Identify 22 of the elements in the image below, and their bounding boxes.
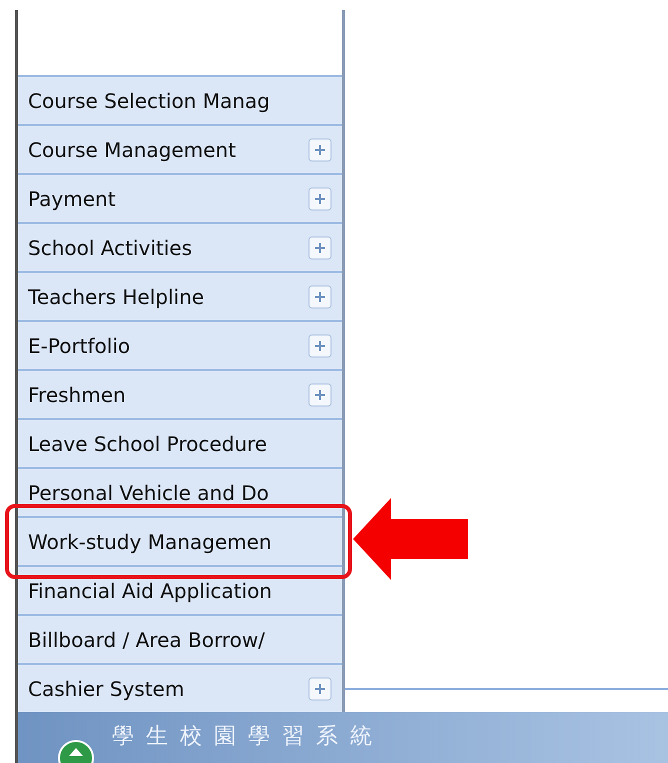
menu-item[interactable]: Course Management [18, 124, 342, 173]
menu-item[interactable]: Teachers Helpline [18, 271, 342, 320]
menu-item[interactable]: Payment [18, 173, 342, 222]
expand-icon[interactable] [308, 334, 332, 358]
expand-icon[interactable] [308, 138, 332, 162]
expand-icon[interactable] [308, 382, 332, 406]
menu-item[interactable]: Personal Vehicle and Do [18, 467, 342, 516]
menu-item[interactable]: School Activities [18, 222, 342, 271]
menu-item[interactable]: Work-study Managemen [18, 516, 342, 565]
menu-item[interactable]: Billboard / Area Borrow/ [18, 614, 342, 663]
menu-item[interactable]: Course Selection Manag [18, 75, 342, 124]
expand-icon[interactable] [308, 284, 332, 308]
menu-item[interactable]: Cashier System [18, 663, 342, 712]
menu-item[interactable]: E-Portfolio [18, 320, 342, 369]
expand-icon[interactable] [308, 186, 332, 210]
menu-item[interactable]: Leave School Procedure [18, 418, 342, 467]
menu-item[interactable]: Financial Aid Application [18, 565, 342, 614]
arrow-icon [351, 496, 470, 582]
system-title: 學生校園學習系統 [112, 723, 384, 751]
expand-icon[interactable] [308, 236, 332, 260]
expand-icon[interactable] [308, 676, 332, 700]
menu-item[interactable]: Freshmen [18, 369, 342, 418]
